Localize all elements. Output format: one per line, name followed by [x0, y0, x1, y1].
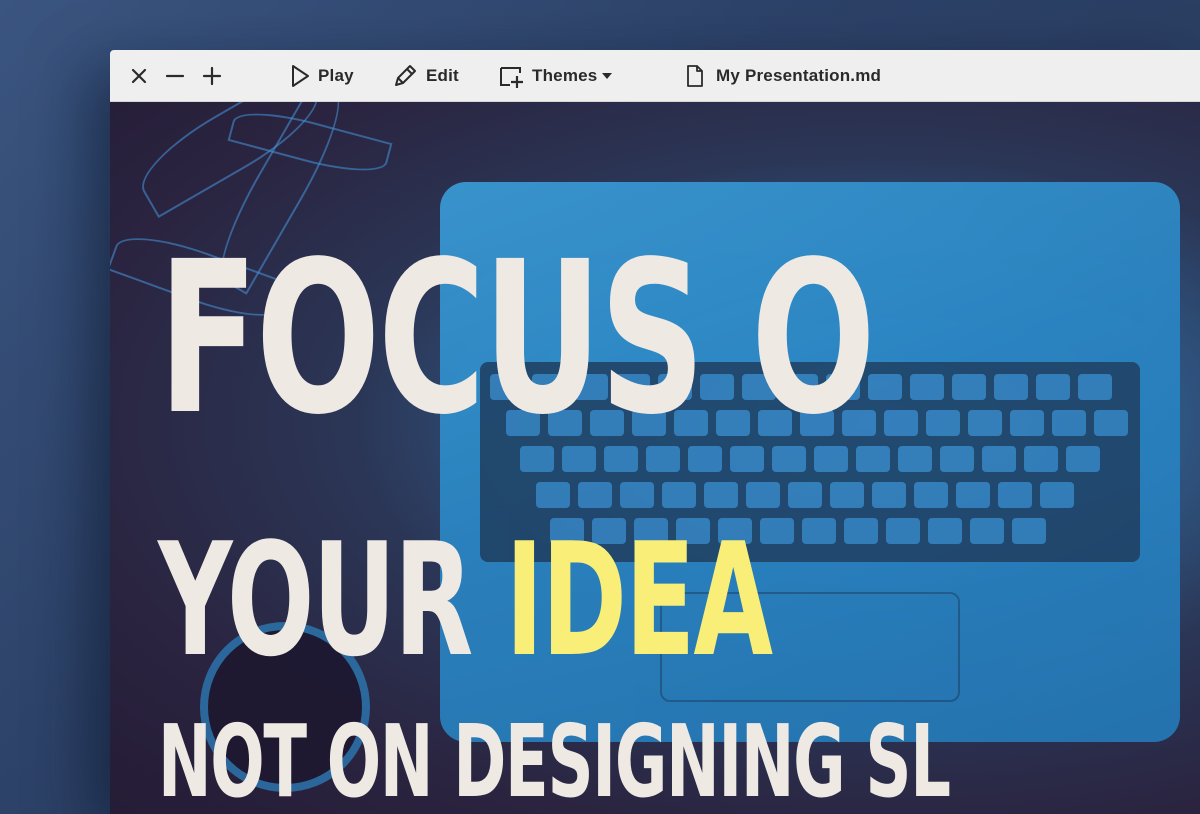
- toolbar: Play Edit Themes My Presentation.md: [110, 50, 1200, 102]
- maximize-button[interactable]: [202, 50, 222, 102]
- headline-line-2-prefix: YOUR: [158, 509, 506, 691]
- app-window: Play Edit Themes My Presentation.md FOCU…: [110, 50, 1200, 814]
- themes-button[interactable]: Themes: [498, 50, 613, 102]
- minimize-button[interactable]: [165, 50, 185, 102]
- pencil-icon: [395, 65, 416, 86]
- add-theme-icon: [500, 67, 523, 88]
- headline-line-2: YOUR IDEA: [158, 522, 773, 678]
- plus-icon: [202, 66, 222, 86]
- close-button[interactable]: [130, 50, 148, 102]
- edit-button[interactable]: Edit: [392, 50, 459, 102]
- slide-canvas: FOCUS O YOUR IDEA NOT ON DESIGNING SL: [110, 102, 1200, 814]
- headline-line-1: FOCUS O: [158, 216, 876, 461]
- close-icon: [131, 68, 147, 84]
- headline-highlight: IDEA: [505, 509, 773, 691]
- caret-down-icon: [602, 73, 613, 79]
- file-name: My Presentation.md: [686, 50, 881, 102]
- edit-label: Edit: [426, 66, 459, 85]
- headline-line-3: NOT ON DESIGNING SL: [158, 703, 951, 814]
- key-row: [536, 482, 1074, 508]
- play-icon: [292, 65, 309, 87]
- play-label: Play: [318, 66, 354, 85]
- document-icon: [687, 65, 703, 87]
- play-button[interactable]: Play: [290, 50, 354, 102]
- minimize-icon: [165, 74, 185, 78]
- file-name-label: My Presentation.md: [716, 66, 882, 85]
- themes-label: Themes: [532, 66, 598, 85]
